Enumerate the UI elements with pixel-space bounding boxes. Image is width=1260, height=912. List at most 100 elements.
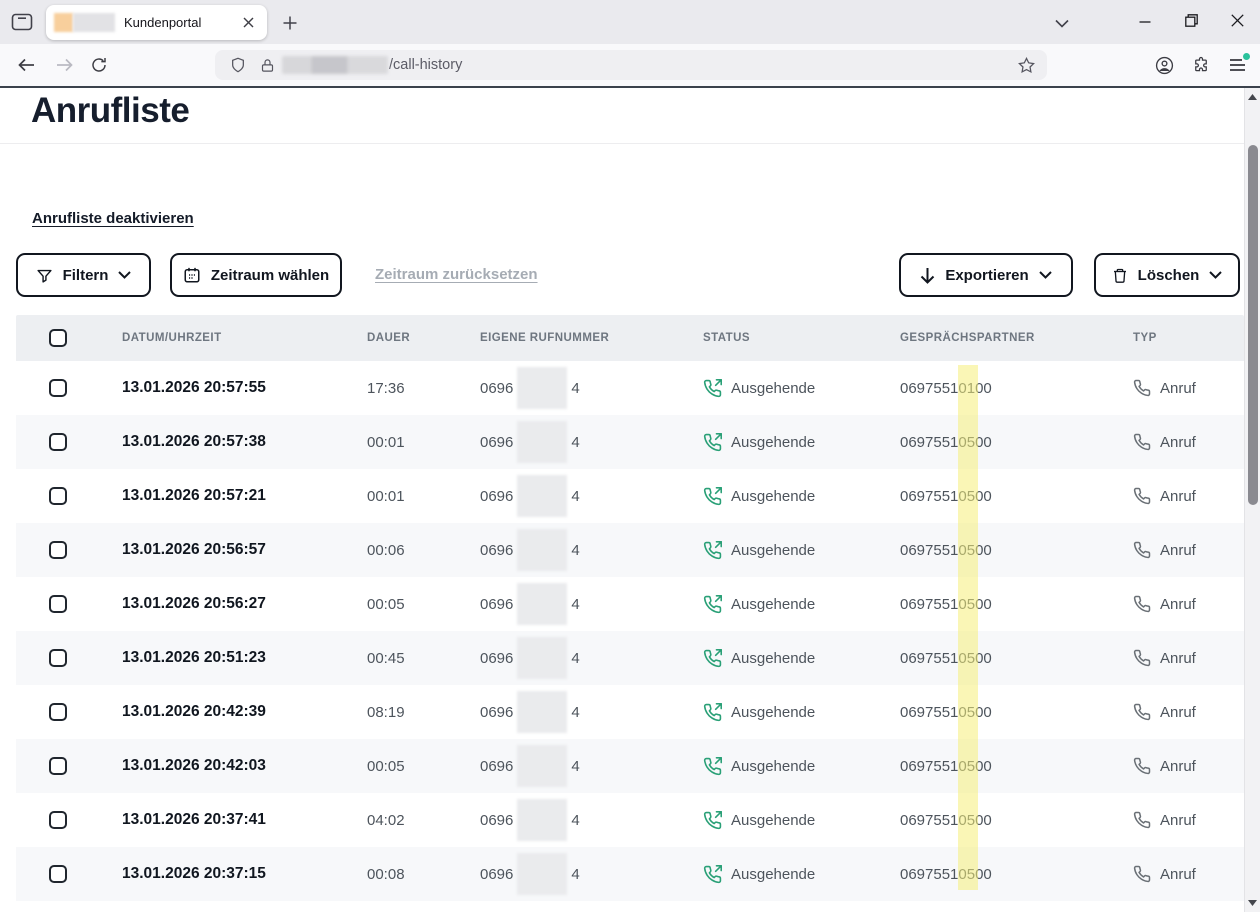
cell-type: Anruf: [1133, 811, 1244, 829]
status-label: Ausgehende: [731, 488, 815, 505]
lock-icon[interactable]: [260, 57, 275, 74]
own-number-prefix: 0696: [480, 812, 513, 829]
scroll-down-button[interactable]: [1245, 895, 1260, 911]
select-all-checkbox[interactable]: [49, 329, 67, 347]
cell-status: Ausgehende: [703, 595, 900, 614]
phone-outgoing-icon: [703, 865, 722, 884]
page-scrollbar[interactable]: [1244, 88, 1260, 912]
back-button[interactable]: [12, 52, 40, 78]
date-range-button[interactable]: Zeitraum wählen: [170, 253, 342, 297]
phone-icon: [1133, 865, 1151, 883]
download-arrow-icon: [920, 267, 935, 284]
minimize-button[interactable]: [1122, 0, 1168, 40]
menu-button[interactable]: [1222, 52, 1252, 78]
type-label: Anruf: [1160, 542, 1196, 559]
cell-datetime: 13.01.2026 20:56:57: [122, 541, 367, 559]
row-checkbox[interactable]: [49, 703, 67, 721]
cell-type: Anruf: [1133, 379, 1244, 397]
account-button[interactable]: [1149, 52, 1179, 78]
cell-type: Anruf: [1133, 649, 1244, 667]
tracking-protection-shield-icon[interactable]: [230, 56, 246, 74]
cell-own-number: 0696 4: [480, 583, 703, 625]
tab-title: Kundenportal: [124, 15, 237, 30]
cell-own-number: 0696 4: [480, 799, 703, 841]
cell-partner: 06975510500: [900, 650, 1133, 667]
row-checkbox[interactable]: [49, 757, 67, 775]
forward-button[interactable]: [50, 52, 78, 78]
phone-icon: [1133, 811, 1151, 829]
forward-arrow-icon: [56, 58, 73, 72]
delete-button[interactable]: Löschen: [1094, 253, 1240, 297]
scroll-up-button[interactable]: [1245, 89, 1260, 105]
cell-status: Ausgehende: [703, 487, 900, 506]
cell-type: Anruf: [1133, 487, 1244, 505]
cell-status: Ausgehende: [703, 865, 900, 884]
row-checkbox[interactable]: [49, 865, 67, 883]
phone-outgoing-icon: [703, 703, 722, 722]
list-tabs-button[interactable]: [1050, 11, 1074, 35]
url-bar[interactable]: /call-history: [215, 50, 1047, 80]
table-row: 13.01.2026 20:57:38 00:01 0696 4 Ausgehe…: [16, 415, 1244, 469]
cell-datetime: 13.01.2026 20:37:15: [122, 865, 367, 883]
bookmark-star-button[interactable]: [1013, 52, 1039, 78]
cell-own-number: 0696 4: [480, 529, 703, 571]
calendar-icon: [183, 266, 201, 284]
deactivate-call-log-link[interactable]: Anrufliste deaktivieren: [32, 210, 194, 227]
cell-duration: 00:08: [367, 866, 480, 883]
type-label: Anruf: [1160, 488, 1196, 505]
status-label: Ausgehende: [731, 866, 815, 883]
filter-button[interactable]: Filtern: [16, 253, 151, 297]
type-label: Anruf: [1160, 380, 1196, 397]
row-checkbox[interactable]: [49, 649, 67, 667]
row-checkbox[interactable]: [49, 379, 67, 397]
cell-duration: 17:36: [367, 380, 480, 397]
plus-icon: [283, 16, 297, 30]
phone-outgoing-icon: [703, 811, 722, 830]
page-title: Anrufliste: [31, 91, 189, 131]
cell-partner: 06975510100: [900, 380, 1133, 397]
tab-label-blur: [73, 13, 115, 32]
status-label: Ausgehende: [731, 434, 815, 451]
table-row: 13.01.2026 20:57:21 00:01 0696 4 Ausgehe…: [16, 469, 1244, 523]
phone-icon: [1133, 541, 1151, 559]
own-number-prefix: 0696: [480, 650, 513, 667]
type-label: Anruf: [1160, 596, 1196, 613]
reload-button[interactable]: [85, 52, 113, 78]
own-number-prefix: 0696: [480, 542, 513, 559]
status-label: Ausgehende: [731, 380, 815, 397]
puzzle-icon: [1192, 56, 1210, 74]
row-checkbox[interactable]: [49, 541, 67, 559]
cell-status: Ausgehende: [703, 649, 900, 668]
type-label: Anruf: [1160, 434, 1196, 451]
export-button[interactable]: Exportieren: [899, 253, 1073, 297]
table-row: 13.01.2026 20:37:41 04:02 0696 4 Ausgehe…: [16, 793, 1244, 847]
close-window-button[interactable]: [1214, 0, 1260, 40]
tab-favicon-blur: [54, 13, 73, 32]
maximize-button[interactable]: [1168, 0, 1214, 40]
row-checkbox[interactable]: [49, 433, 67, 451]
reset-range-link[interactable]: Zeitraum zurücksetzen: [375, 253, 538, 297]
cell-type: Anruf: [1133, 541, 1244, 559]
phone-outgoing-icon: [703, 595, 722, 614]
row-checkbox[interactable]: [49, 487, 67, 505]
delete-button-label: Löschen: [1138, 267, 1200, 284]
tab-close-button[interactable]: [237, 12, 259, 34]
active-tab[interactable]: Kundenportal: [46, 5, 267, 40]
scrollbar-thumb[interactable]: [1248, 145, 1258, 505]
own-number-suffix: 4: [571, 812, 579, 829]
row-checkbox[interactable]: [49, 811, 67, 829]
cell-partner: 06975510500: [900, 488, 1133, 505]
firefox-view-button[interactable]: [8, 10, 36, 34]
row-checkbox[interactable]: [49, 595, 67, 613]
extensions-button[interactable]: [1186, 52, 1216, 78]
firefox-view-icon: [11, 12, 33, 32]
cell-own-number: 0696 4: [480, 637, 703, 679]
table-row: 13.01.2026 20:42:03 00:05 0696 4 Ausgehe…: [16, 739, 1244, 793]
own-number-prefix: 0696: [480, 866, 513, 883]
table-row: 13.01.2026 20:57:55 17:36 0696 4 Ausgehe…: [16, 361, 1244, 415]
cell-datetime: 13.01.2026 20:42:03: [122, 757, 367, 775]
new-tab-button[interactable]: [278, 11, 302, 35]
own-number-suffix: 4: [571, 866, 579, 883]
column-header-partner: Gesprächspartner: [900, 332, 1133, 344]
own-number-suffix: 4: [571, 542, 579, 559]
